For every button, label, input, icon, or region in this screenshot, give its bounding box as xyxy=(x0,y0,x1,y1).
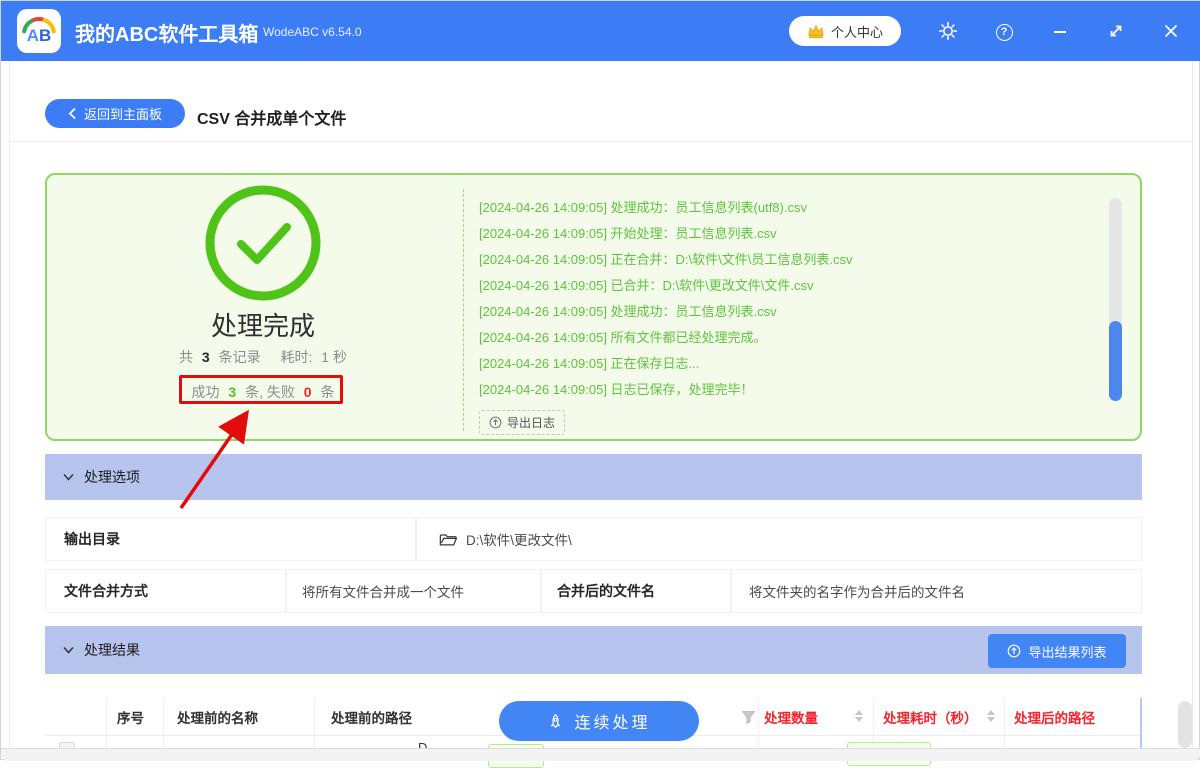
success-check-icon xyxy=(205,185,321,301)
rocket-icon xyxy=(551,713,561,728)
export-results-label: 导出结果列表 xyxy=(1028,644,1107,660)
window-bottom-scrollbar[interactable] xyxy=(1,748,1200,761)
log-line: [2024-04-26 14:09:05] 日志已保存，处理完毕！ xyxy=(479,382,754,397)
upload-icon xyxy=(489,416,502,429)
panel-dashed-divider xyxy=(463,189,464,431)
options-section-title: 处理选项 xyxy=(84,469,140,485)
export-results-button[interactable]: 导出结果列表 xyxy=(988,634,1126,668)
column-header-path-before: 处理前的路径 xyxy=(331,711,412,726)
gear-icon xyxy=(938,21,958,41)
content-border-left xyxy=(9,61,10,748)
log-list[interactable]: [2024-04-26 14:09:05] 处理成功：员工信息列表(utf8).… xyxy=(479,195,1079,403)
output-dir-value-cell[interactable]: D:\软件\更改文件\ xyxy=(416,517,1142,561)
total-count: 3 xyxy=(201,349,210,365)
logo-letters: AB xyxy=(17,26,61,46)
export-log-label: 导出日志 xyxy=(507,416,556,430)
column-divider xyxy=(314,698,315,748)
column-header-duration-label: 处理耗时（秒） xyxy=(883,711,978,726)
log-line: [2024-04-26 14:09:05] 处理成功：员工信息列表(utf8).… xyxy=(479,200,808,215)
outcome-line: 成功 3 条, 失败 0 条 xyxy=(103,382,423,402)
log-line: [2024-04-26 14:09:05] 正在合并：D:\软件\文件\员工信息… xyxy=(479,252,853,267)
content-border-right xyxy=(1192,61,1193,748)
continue-processing-button[interactable]: 连续处理 xyxy=(499,701,699,741)
merge-mode-value-cell[interactable]: 将所有文件合并成一个文件 xyxy=(286,569,541,613)
section-header-results[interactable]: 处理结果 xyxy=(45,626,1142,674)
column-divider xyxy=(163,698,164,748)
log-line: [2024-04-26 14:09:05] 处理成功：员工信息列表.csv xyxy=(479,304,777,319)
close-button[interactable] xyxy=(1160,20,1182,42)
log-line: [2024-04-26 14:09:05] 已合并：D:\软件\更改文件\文件.… xyxy=(479,278,814,293)
column-header-index: 序号 xyxy=(117,711,144,726)
app-title: 我的ABC软件工具箱 xyxy=(75,24,259,46)
success-count: 3 xyxy=(228,384,237,400)
merged-filename-label: 合并后的文件名 xyxy=(557,583,655,599)
help-icon: ? xyxy=(995,23,1013,41)
back-to-dashboard-button[interactable]: 返回到主面板 xyxy=(45,99,185,128)
column-divider xyxy=(758,698,759,748)
time-label: 耗时: xyxy=(280,349,313,365)
total-label: 共 xyxy=(179,349,194,365)
logo-letter-b: B xyxy=(39,26,52,45)
crown-icon xyxy=(808,24,824,38)
log-line: [2024-04-26 14:09:05] 所有文件都已经处理完成。 xyxy=(479,330,767,345)
summary-line: 共 3 条记录 耗时: 1 秒 xyxy=(103,347,423,367)
results-section-title: 处理结果 xyxy=(84,642,140,658)
output-dir-value: D:\软件\更改文件\ xyxy=(466,533,572,548)
maximize-button[interactable] xyxy=(1105,20,1127,42)
success-label: 成功 xyxy=(191,384,220,400)
log-line: [2024-04-26 14:09:05] 正在保存日志... xyxy=(479,356,700,371)
app-version: WodeABC v6.54.0 xyxy=(263,25,362,39)
column-header-count-label: 处理数量 xyxy=(764,711,818,726)
column-header-count[interactable]: 处理数量 xyxy=(764,698,818,736)
continue-processing-label: 连续处理 xyxy=(574,715,651,732)
log-scrollbar-thumb[interactable] xyxy=(1109,321,1122,401)
status-title: 处理完成 xyxy=(210,311,315,341)
logo-letter-a: A xyxy=(26,26,39,45)
output-dir-label-cell: 输出目录 xyxy=(45,517,416,561)
breadcrumb-divider xyxy=(9,141,1193,142)
fail-count: 0 xyxy=(303,384,312,400)
outcome-tail-label: 条 xyxy=(320,384,335,400)
column-divider xyxy=(1004,698,1005,748)
column-header-duration[interactable]: 处理耗时（秒） xyxy=(883,698,978,736)
chevron-down-icon xyxy=(63,646,74,654)
filter-icon[interactable] xyxy=(741,710,756,725)
account-center-label: 个人中心 xyxy=(830,24,883,40)
column-header-name-before: 处理前的名称 xyxy=(177,711,258,726)
page-title: CSV 合并成单个文件 xyxy=(197,111,347,128)
merged-filename-label-cell: 合并后的文件名 xyxy=(541,569,731,613)
merge-mode-label: 文件合并方式 xyxy=(64,583,148,599)
help-button[interactable]: ? xyxy=(993,21,1015,43)
merged-filename-value: 将文件夹的名字作为合并后的文件名 xyxy=(749,585,965,600)
table-scrollbar-thumb[interactable] xyxy=(1178,701,1192,748)
close-icon xyxy=(1164,24,1178,38)
account-center-button[interactable]: 个人中心 xyxy=(789,16,901,46)
minimize-icon xyxy=(1054,31,1066,33)
outcome-middle-label: 条, 失败 xyxy=(245,384,295,400)
merged-filename-value-cell[interactable]: 将文件夹的名字作为合并后的文件名 xyxy=(731,569,1142,613)
column-divider xyxy=(106,698,107,748)
merge-mode-label-cell: 文件合并方式 xyxy=(45,569,286,613)
upload-icon xyxy=(1008,644,1021,658)
export-log-button[interactable]: 导出日志 xyxy=(479,410,566,435)
chevron-left-icon xyxy=(68,107,76,120)
output-dir-label: 输出目录 xyxy=(64,531,120,547)
app-logo: AB xyxy=(17,9,61,53)
titlebar: AB 我的ABC软件工具箱 WodeABC v6.54.0 个人中心 ? xyxy=(1,1,1200,61)
records-label: 条记录 xyxy=(218,349,261,365)
column-header-path-after: 处理后的路径 xyxy=(1014,711,1095,726)
back-button-label: 返回到主面板 xyxy=(83,107,162,122)
merge-mode-value: 将所有文件合并成一个文件 xyxy=(302,585,464,600)
chevron-down-icon xyxy=(63,473,74,481)
maximize-icon xyxy=(1110,25,1122,37)
sort-icon[interactable] xyxy=(987,710,995,722)
log-line: [2024-04-26 14:09:05] 开始处理：员工信息列表.csv xyxy=(479,226,777,241)
sort-icon[interactable] xyxy=(855,710,863,722)
time-value: 1 秒 xyxy=(321,349,347,365)
section-header-options[interactable]: 处理选项 xyxy=(45,454,1142,500)
minimize-button[interactable] xyxy=(1049,21,1071,43)
settings-button[interactable] xyxy=(937,20,959,42)
folder-icon xyxy=(439,533,457,546)
column-divider xyxy=(873,698,874,748)
